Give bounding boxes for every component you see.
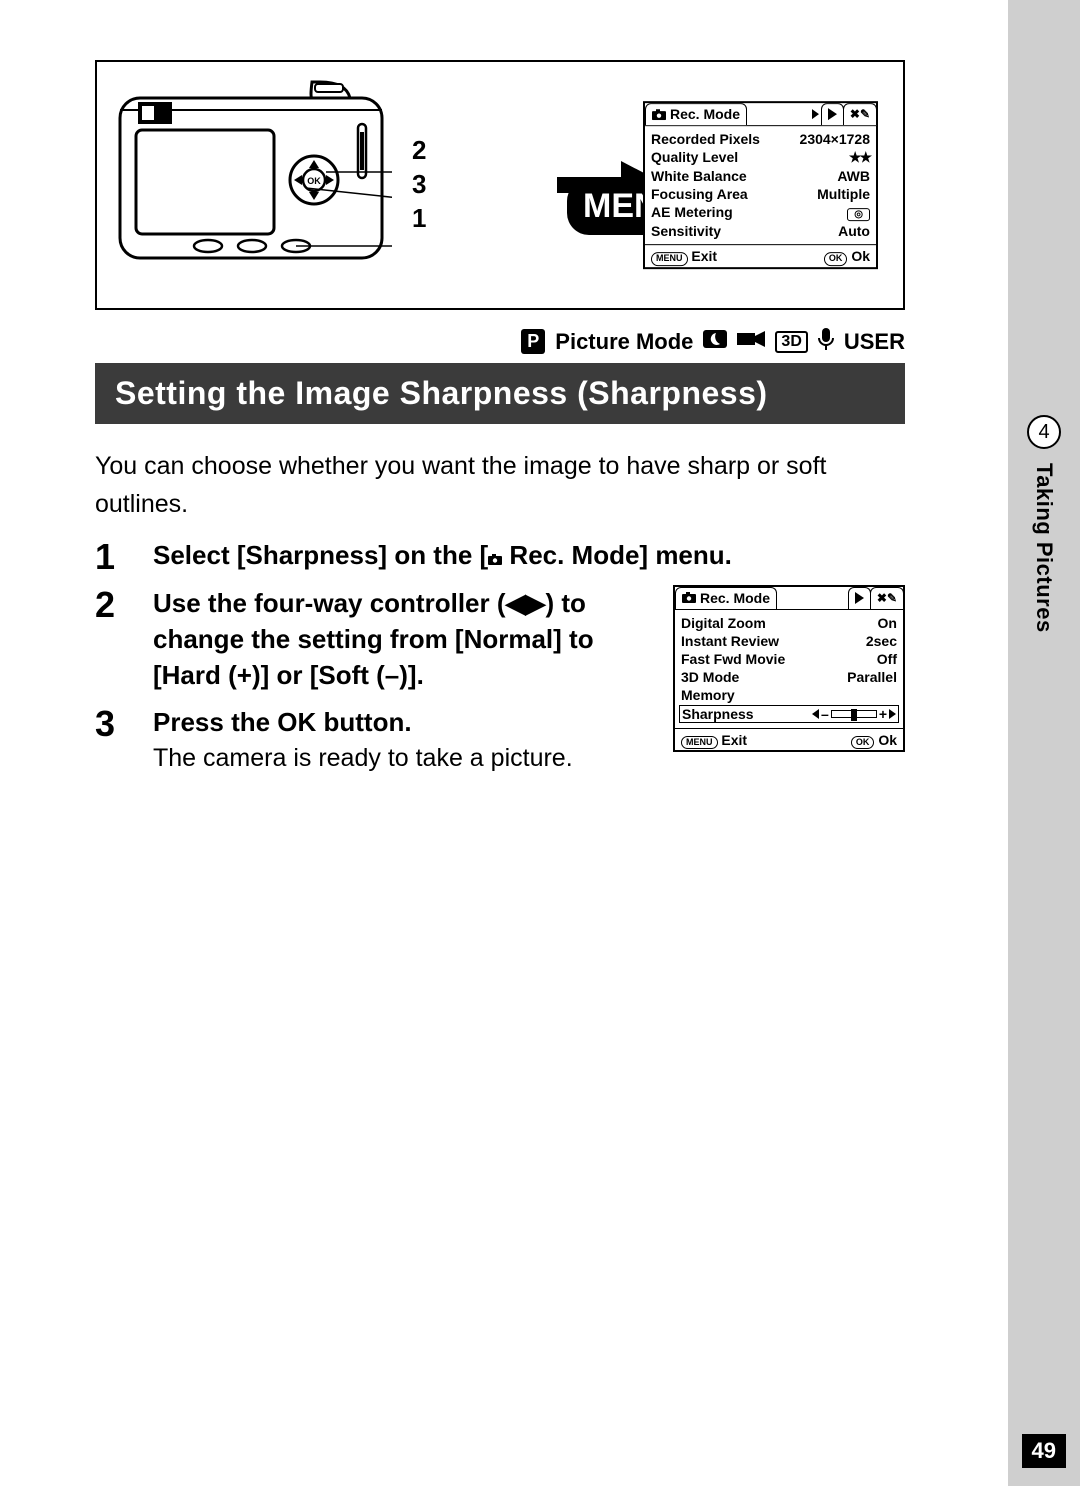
play-icon — [855, 592, 864, 604]
label-quality-level: Quality Level — [651, 149, 738, 166]
svg-text:OK: OK — [307, 176, 321, 186]
step-2-3-row: 2 Use the four-way controller (◀▶) to ch… — [95, 585, 905, 774]
label-fast-fwd-movie: Fast Fwd Movie — [681, 651, 785, 667]
play-icon — [828, 108, 837, 120]
value-quality-level: ★★ — [849, 149, 870, 166]
callout-2: 2 — [412, 134, 427, 168]
callout-3: 3 — [412, 168, 427, 202]
value-focusing-area: Multiple — [817, 186, 870, 202]
value-sensitivity: Auto — [838, 223, 870, 239]
footer-ok: OK Ok — [824, 248, 870, 266]
multi-metering-icon: ◎ — [847, 208, 870, 221]
camera-back-icon: OK — [112, 80, 392, 285]
value-white-balance: AWB — [837, 168, 870, 184]
picture-mode-label: Picture Mode — [555, 329, 693, 355]
label-digital-zoom: Digital Zoom — [681, 615, 766, 631]
value-fast-fwd-movie: Off — [877, 651, 897, 667]
3d-icon: 3D — [775, 331, 807, 353]
label-ae-metering: AE Metering — [651, 204, 733, 221]
footer-ok: OK Ok — [851, 732, 897, 750]
rec-mode-screen-1: Rec. Mode ✖✎ Recorded Pixels 2304×1728 Qu… — [643, 101, 878, 269]
label-sensitivity: Sensitivity — [651, 223, 721, 239]
footer-exit: MENU Exit — [651, 248, 717, 266]
step-1-num: 1 — [95, 537, 127, 577]
value-3d-mode: Parallel — [847, 669, 897, 685]
intro-text: You can choose whether you want the imag… — [95, 448, 905, 523]
slider-track — [831, 710, 877, 718]
chapter-label: Taking Pictures — [1031, 463, 1057, 633]
step-1-title: Select [Sharpness] on the [ Rec. Mode] m… — [153, 537, 905, 573]
page-number: 49 — [1022, 1434, 1066, 1468]
voice-icon — [818, 328, 834, 355]
label-3d-mode: 3D Mode — [681, 669, 739, 685]
tab-setup: ✖✎ — [843, 103, 877, 125]
night-icon — [703, 330, 727, 353]
label-recorded-pixels: Recorded Pixels — [651, 131, 760, 147]
step-3-title: Press the OK button. — [153, 704, 573, 740]
value-ae-metering: ◎ — [847, 204, 870, 221]
left-arrow-icon — [812, 709, 819, 719]
camera-icon — [652, 109, 666, 120]
chapter-number-badge: 4 — [1027, 415, 1061, 449]
camera-icon — [682, 592, 696, 603]
tab-setup: ✖✎ — [870, 587, 904, 609]
step-1: 1 Select [Sharpness] on the [ Rec. Mode]… — [95, 537, 905, 577]
illustration-box: OK 2 — [95, 60, 905, 310]
side-tab: 4 Taking Pictures — [1008, 0, 1080, 1486]
callout-1: 1 — [412, 202, 427, 236]
row-sharpness-selected: Sharpness – + — [679, 705, 899, 723]
step-3-num: 3 — [95, 704, 127, 773]
camera-icon — [488, 554, 502, 565]
label-sharpness: Sharpness — [682, 706, 754, 722]
movie-icon — [737, 330, 765, 353]
tab-arrow-icon — [812, 109, 819, 119]
value-recorded-pixels: 2304×1728 — [800, 131, 870, 147]
label-instant-review: Instant Review — [681, 633, 779, 649]
value-instant-review: 2sec — [866, 633, 897, 649]
step-2-title: Use the four-way controller (◀▶) to chan… — [153, 585, 651, 694]
rec-mode-screen-2: Rec. Mode ✖✎ Digital Zoom On — [673, 585, 905, 753]
callout-numbers: 2 3 1 — [412, 134, 427, 235]
section-heading: Setting the Image Sharpness (Sharpness) — [95, 363, 905, 424]
p-mode-icon: P — [521, 329, 545, 354]
tab-rec-mode: Rec. Mode — [645, 103, 747, 125]
user-mode-label: USER — [844, 329, 905, 355]
footer-exit: MENU Exit — [681, 732, 747, 750]
tools-icon: ✖✎ — [877, 591, 897, 605]
tools-icon: ✖✎ — [850, 107, 870, 121]
camera-illustration: OK — [112, 80, 392, 290]
tab-rec-mode: Rec. Mode — [675, 587, 777, 609]
page: 4 Taking Pictures — [0, 0, 1080, 1486]
step-3-text: The camera is ready to take a picture. — [153, 744, 573, 773]
tab-playback — [848, 587, 871, 609]
step-2-num: 2 — [95, 585, 127, 694]
picture-mode-bar: P Picture Mode 3D USER — [95, 328, 905, 355]
label-memory: Memory — [681, 687, 735, 703]
slider-indicator — [851, 709, 857, 721]
right-arrow-icon — [889, 709, 896, 719]
label-white-balance: White Balance — [651, 168, 747, 184]
sharpness-slider: – + — [812, 706, 896, 722]
label-focusing-area: Focusing Area — [651, 186, 748, 202]
tab-playback — [821, 103, 844, 125]
value-digital-zoom: On — [878, 615, 897, 631]
